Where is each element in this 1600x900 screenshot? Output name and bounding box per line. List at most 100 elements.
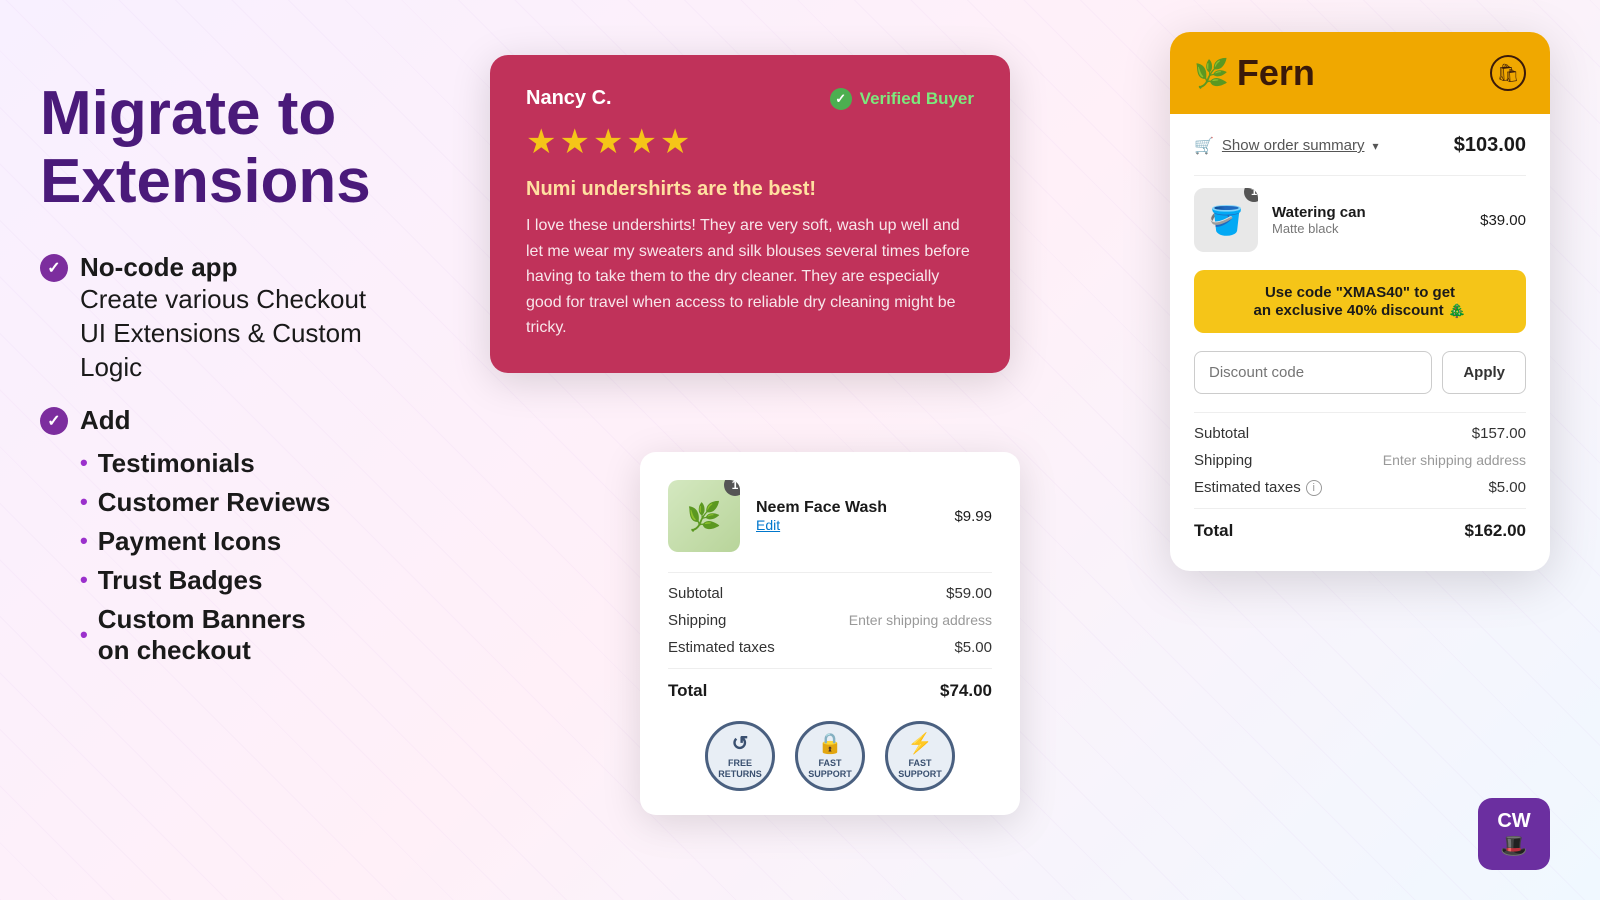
fern-subtotal-label: Subtotal [1194, 425, 1249, 442]
show-order-summary-button[interactable]: Show order summary [1222, 137, 1365, 154]
sub-item-testimonials: Testimonials [80, 444, 330, 483]
fern-header: 🌿 Fern 🛍 [1170, 32, 1550, 114]
sub-item-banners: Custom Bannerson checkout [80, 600, 330, 670]
order-item-image: 🌿 1 [668, 480, 740, 552]
cw-text: CW [1497, 810, 1530, 833]
fern-summary-row: 🛒 Show order summary ▾ $103.00 [1194, 134, 1526, 157]
review-card: Nancy C. ✓ Verified Buyer ★★★★★ Numi und… [490, 55, 1010, 373]
shipping-value: Enter shipping address [849, 612, 992, 629]
returns-label: FREERETURNS [718, 758, 762, 780]
chevron-down-icon: ▾ [1372, 139, 1378, 153]
returns-icon: ↺ [732, 732, 749, 756]
fern-promo-banner: Use code "XMAS40" to getan exclusive 40%… [1194, 270, 1526, 333]
discount-code-input[interactable] [1194, 351, 1432, 394]
verified-label: Verified Buyer [860, 89, 974, 109]
fern-product-info: Watering can Matte black [1272, 204, 1466, 236]
fern-tax-value: $5.00 [1488, 479, 1526, 496]
total-label: Total [668, 681, 707, 701]
fern-divider-1 [1194, 175, 1526, 176]
fern-product-price: $39.00 [1480, 212, 1526, 229]
sub-list: Testimonials Customer Reviews Payment Ic… [80, 444, 330, 670]
fern-promo-text: Use code "XMAS40" to getan exclusive 40%… [1212, 284, 1508, 319]
trust-badges-row: ↺ FREERETURNS 🔒 FASTSUPPORT ⚡ FASTSUPPOR… [668, 721, 992, 791]
fern-cart-icon[interactable]: 🛍 [1490, 55, 1526, 91]
tax-info-icon: i [1306, 480, 1322, 496]
trust-badge-support1: 🔒 FASTSUPPORT [795, 721, 865, 791]
total-value: $74.00 [940, 681, 992, 701]
left-section: Migrate to Extensions No-code app Create… [40, 80, 480, 690]
fern-product-row: 🪣 1 Watering can Matte black $39.00 [1194, 188, 1526, 252]
feature-item-nocode: No-code app Create various CheckoutUI Ex… [40, 252, 480, 384]
support2-label: FASTSUPPORT [898, 758, 942, 780]
order-item-name: Neem Face Wash [756, 499, 938, 517]
feature-sublabel-nocode: Create various CheckoutUI Extensions & C… [80, 283, 366, 384]
fern-total-value: $162.00 [1465, 521, 1526, 541]
fern-leaf-icon: 🌿 [1194, 57, 1229, 90]
order-divider [668, 572, 992, 573]
fern-product-variant: Matte black [1272, 221, 1466, 236]
support1-icon: 🔒 [818, 732, 843, 756]
order-total-row: Total $74.00 [668, 681, 992, 701]
feature-label-add: Add [80, 405, 330, 436]
fern-divider-3 [1194, 508, 1526, 509]
fern-shipping-label: Shipping [1194, 452, 1252, 469]
fern-summary-left: 🛒 Show order summary ▾ [1194, 136, 1379, 156]
check-icon-nocode [40, 254, 68, 282]
fern-tax-label: Estimated taxes i [1194, 479, 1322, 496]
edit-link[interactable]: Edit [756, 517, 938, 533]
verified-badge: ✓ Verified Buyer [830, 88, 974, 110]
fern-tax-text: Estimated taxes [1194, 479, 1301, 496]
order-shipping-row: Shipping Enter shipping address [668, 612, 992, 629]
order-item-row: 🌿 1 Neem Face Wash Edit $9.99 [668, 480, 992, 552]
fern-checkout-card: 🌿 Fern 🛍 🛒 Show order summary ▾ $103.00 … [1170, 32, 1550, 571]
fern-subtotal-value: $157.00 [1472, 425, 1526, 442]
feature-list: No-code app Create various CheckoutUI Ex… [40, 252, 480, 669]
sub-item-payment: Payment Icons [80, 522, 330, 561]
tax-value: $5.00 [954, 639, 992, 656]
support1-label: FASTSUPPORT [808, 758, 852, 780]
feature-label-nocode: No-code app [80, 252, 366, 283]
tax-label: Estimated taxes [668, 639, 775, 656]
support2-icon: ⚡ [908, 732, 933, 756]
trust-badge-returns: ↺ FREERETURNS [705, 721, 775, 791]
apply-discount-button[interactable]: Apply [1442, 351, 1526, 394]
fern-brand-name: Fern [1237, 52, 1315, 94]
star-rating: ★★★★★ [526, 122, 974, 162]
review-text: I love these undershirts! They are very … [526, 213, 974, 341]
check-icon-add [40, 407, 68, 435]
fern-shipping-value: Enter shipping address [1383, 452, 1526, 469]
review-title: Numi undershirts are the best! [526, 178, 974, 201]
order-card: 🌿 1 Neem Face Wash Edit $9.99 Subtotal $… [640, 452, 1020, 815]
cw-logo: CW 🎩 [1478, 798, 1550, 870]
fern-subtotal-row: Subtotal $157.00 [1194, 425, 1526, 442]
fern-discount-row: Apply [1194, 351, 1526, 394]
fern-cart-small-icon: 🛒 [1194, 136, 1214, 156]
order-item-info: Neem Face Wash Edit [756, 499, 938, 533]
fern-logo: 🌿 Fern [1194, 52, 1315, 94]
fern-total-row: Total $162.00 [1194, 521, 1526, 541]
order-item-price: $9.99 [954, 508, 992, 525]
reviewer-name: Nancy C. [526, 87, 612, 110]
fern-product-name: Watering can [1272, 204, 1466, 221]
fern-shipping-row: Shipping Enter shipping address [1194, 452, 1526, 469]
cw-icon: 🎩 [1500, 833, 1527, 859]
reviewer-header: Nancy C. ✓ Verified Buyer [526, 87, 974, 110]
order-tax-row: Estimated taxes $5.00 [668, 639, 992, 656]
verified-check-icon: ✓ [830, 88, 852, 110]
trust-badge-support2: ⚡ FASTSUPPORT [885, 721, 955, 791]
fern-body: 🛒 Show order summary ▾ $103.00 🪣 1 Water… [1170, 114, 1550, 571]
subtotal-value: $59.00 [946, 585, 992, 602]
fern-divider-2 [1194, 412, 1526, 413]
sub-item-trust: Trust Badges [80, 561, 330, 600]
feature-item-add: Add Testimonials Customer Reviews Paymen… [40, 405, 480, 670]
fern-tax-row: Estimated taxes i $5.00 [1194, 479, 1526, 496]
sub-item-reviews: Customer Reviews [80, 483, 330, 522]
order-subtotal-row: Subtotal $59.00 [668, 585, 992, 602]
order-total-divider [668, 668, 992, 669]
main-title: Migrate to Extensions [40, 80, 480, 216]
shipping-label: Shipping [668, 612, 726, 629]
watering-can-image: 🪣 1 [1194, 188, 1258, 252]
subtotal-label: Subtotal [668, 585, 723, 602]
fern-total-label: Total [1194, 521, 1233, 541]
fern-header-total: $103.00 [1454, 134, 1526, 157]
